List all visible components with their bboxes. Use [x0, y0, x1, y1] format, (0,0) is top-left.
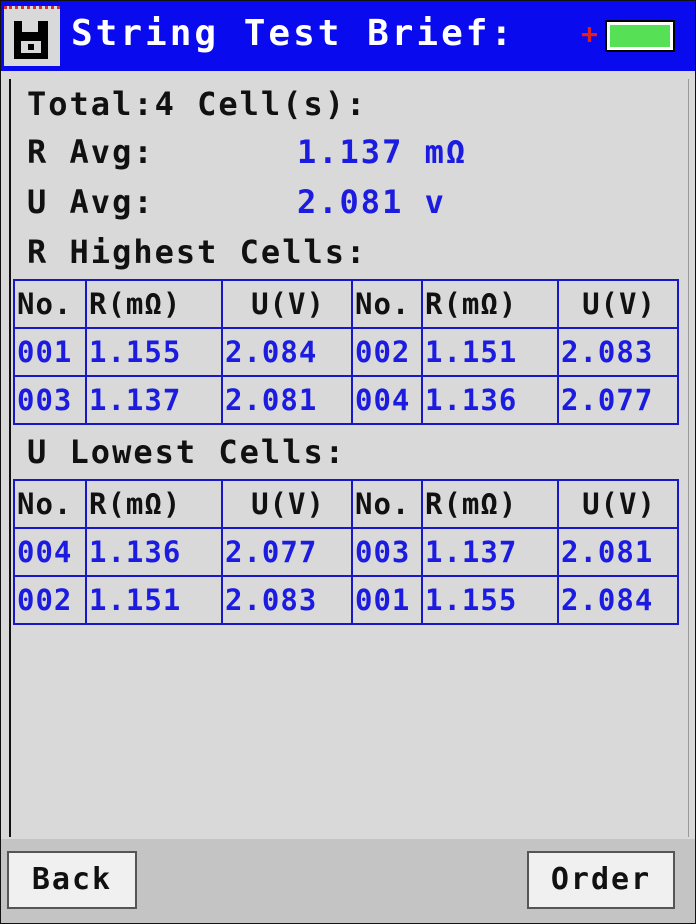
u-lowest-table: No. R(mΩ) U(V) No. R(mΩ) U(V) 004 1.136 …	[13, 479, 679, 625]
r-avg-label: R Avg:	[27, 133, 155, 171]
cell-voltage: 2.083	[557, 327, 679, 377]
u-avg-label: U Avg:	[27, 183, 155, 221]
device-screen: String Test Brief: + Total:4 Cell(s): R …	[0, 0, 696, 924]
content-panel: Total:4 Cell(s): R Avg: 1.137 mΩ U Avg: …	[9, 79, 689, 837]
r-highest-heading: R Highest Cells:	[27, 233, 368, 271]
cell-resistance: 1.136	[421, 375, 559, 425]
save-icon[interactable]	[4, 6, 60, 66]
column-header: U(V)	[221, 479, 353, 529]
title-bar: String Test Brief: +	[1, 1, 695, 71]
cell-resistance: 1.151	[421, 327, 559, 377]
cell-resistance: 1.137	[421, 527, 559, 577]
u-avg-value: 2.081 v	[297, 183, 446, 221]
cell-number: 002	[351, 327, 423, 377]
order-button[interactable]: Order	[527, 851, 675, 909]
charging-indicator: +	[581, 17, 598, 50]
column-header: No.	[13, 479, 87, 529]
r-avg-value: 1.137 mΩ	[297, 133, 468, 171]
cell-voltage: 2.083	[221, 575, 353, 625]
cell-number: 001	[351, 575, 423, 625]
cell-number: 003	[13, 375, 87, 425]
cell-resistance: 1.155	[421, 575, 559, 625]
column-header: U(V)	[557, 479, 679, 529]
cell-resistance: 1.137	[85, 375, 223, 425]
column-header: R(mΩ)	[85, 479, 223, 529]
cell-resistance: 1.151	[85, 575, 223, 625]
cell-voltage: 2.084	[221, 327, 353, 377]
page-title: String Test Brief:	[71, 13, 516, 54]
cell-number: 003	[351, 527, 423, 577]
table-row: 001 1.155 2.084 002 1.151 2.083	[13, 327, 679, 377]
cell-resistance: 1.136	[85, 527, 223, 577]
cell-voltage: 2.084	[557, 575, 679, 625]
column-header: No.	[351, 479, 423, 529]
cell-voltage: 2.081	[221, 375, 353, 425]
battery-icon	[605, 20, 675, 52]
column-header: R(mΩ)	[421, 479, 559, 529]
back-button[interactable]: Back	[7, 851, 137, 909]
column-header: R(mΩ)	[85, 279, 223, 329]
cell-number: 001	[13, 327, 87, 377]
cell-resistance: 1.155	[85, 327, 223, 377]
table-header-row: No. R(mΩ) U(V) No. R(mΩ) U(V)	[13, 479, 679, 529]
column-header: U(V)	[221, 279, 353, 329]
cell-voltage: 2.077	[557, 375, 679, 425]
column-header: No.	[13, 279, 87, 329]
u-lowest-heading: U Lowest Cells:	[27, 433, 346, 471]
column-header: No.	[351, 279, 423, 329]
cell-number: 002	[13, 575, 87, 625]
cell-number: 004	[13, 527, 87, 577]
table-row: 002 1.151 2.083 001 1.155 2.084	[13, 575, 679, 625]
table-header-row: No. R(mΩ) U(V) No. R(mΩ) U(V)	[13, 279, 679, 329]
cell-voltage: 2.077	[221, 527, 353, 577]
softkey-bar: Back Order	[1, 839, 695, 923]
table-row: 003 1.137 2.081 004 1.136 2.077	[13, 375, 679, 425]
cell-voltage: 2.081	[557, 527, 679, 577]
cell-number: 004	[351, 375, 423, 425]
table-row: 004 1.136 2.077 003 1.137 2.081	[13, 527, 679, 577]
column-header: U(V)	[557, 279, 679, 329]
column-header: R(mΩ)	[421, 279, 559, 329]
r-highest-table: No. R(mΩ) U(V) No. R(mΩ) U(V) 001 1.155 …	[13, 279, 679, 425]
total-cells-label: Total:4 Cell(s):	[27, 85, 368, 123]
